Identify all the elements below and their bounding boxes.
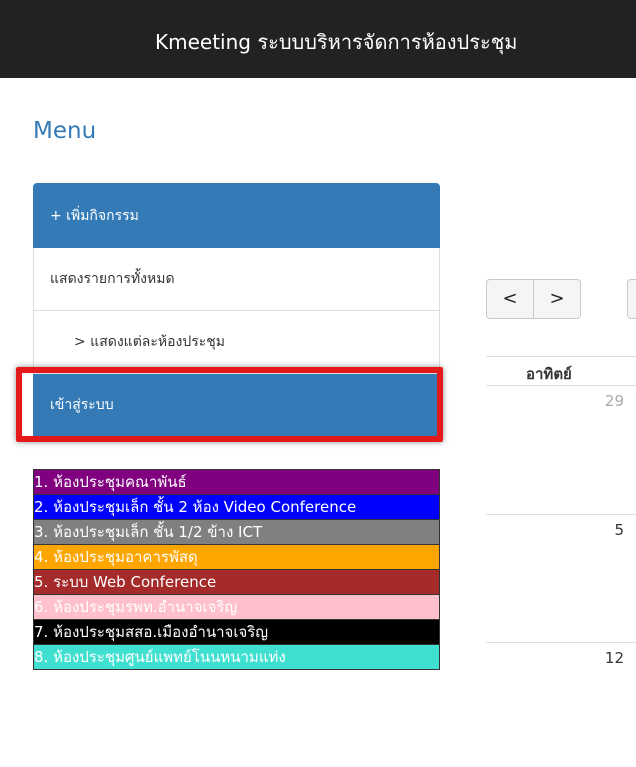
menu-item-show-by-room[interactable]: > แสดงแต่ละห้องประชุม (33, 311, 440, 374)
calendar-day-cell[interactable]: 5 (486, 515, 636, 643)
legend-item-room-3: 3. ห้องประชุมเล็ก ชั้น 1/2 ข้าง ICT (33, 520, 440, 545)
menu-heading: Menu (33, 118, 97, 144)
legend-item-room-4: 4. ห้องประชุมอาคารพัสดุ (33, 545, 440, 570)
calendar-nav: < > (486, 279, 636, 319)
app-title[interactable]: Kmeeting ระบบบริหารจัดการห้องประชุม (155, 26, 518, 58)
day-number: 29 (604, 392, 624, 410)
next-month-button[interactable]: > (533, 279, 581, 319)
calendar-day-cell[interactable]: 29 (486, 386, 636, 515)
prev-month-button[interactable]: < (486, 279, 534, 319)
day-number: 5 (614, 521, 624, 539)
legend-item-room-7: 7. ห้องประชุมสสอ.เมืองอำนาจเจริญ (33, 620, 440, 645)
menu-item-show-all[interactable]: แสดงรายการทั้งหมด (33, 248, 440, 311)
legend-item-room-2: 2. ห้องประชุมเล็ก ชั้น 2 ห้อง Video Conf… (33, 495, 440, 520)
legend-item-room-8: 8. ห้องประชุมศูนย์แพทย์โนนหนามแท่ง (33, 645, 440, 670)
room-legend: 1. ห้องประชุมคณาพันธ์ 2. ห้องประชุมเล็ก … (33, 469, 440, 670)
menu-item-add-event[interactable]: + เพิ่มกิจกรรม (33, 183, 440, 248)
calendar-day-cell[interactable]: 12 (486, 643, 636, 767)
calendar-month-view: อาทิตย์ 29 5 12 (486, 356, 636, 767)
legend-item-room-6: 6. ห้องประชุมรพท.อำนาจเจริญ (33, 595, 440, 620)
legend-item-room-5: 5. ระบบ Web Conference (33, 570, 440, 595)
legend-item-room-1: 1. ห้องประชุมคณาพันธ์ (33, 469, 440, 495)
login-highlight-box (16, 367, 443, 442)
top-navbar: Kmeeting ระบบบริหารจัดการห้องประชุม (0, 0, 636, 78)
today-button[interactable] (627, 279, 636, 319)
day-number: 12 (604, 649, 624, 667)
day-header-sunday: อาทิตย์ (486, 356, 636, 386)
